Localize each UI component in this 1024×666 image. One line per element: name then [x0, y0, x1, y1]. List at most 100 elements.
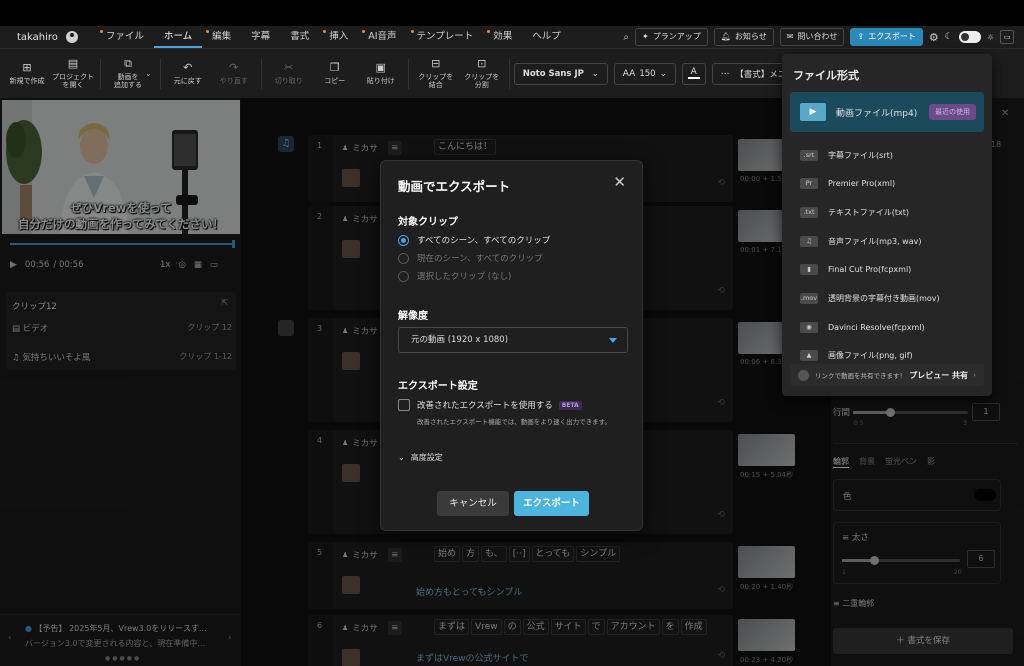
redo-icon: ↷	[229, 60, 239, 74]
beta-badge: BETA	[558, 400, 582, 410]
menu-right-actions: ⌕ ✦ プランアップ 🔔︎ お知らせ ✉ 問い合わせ ⇪ エクスポート ⚙ ☾ ☼ ▭	[623, 28, 1014, 46]
menu-item[interactable]: テンプレート	[407, 26, 484, 48]
export-format-option[interactable]: ◉ Davinci Resolve(fcpxml)	[790, 312, 984, 342]
menu-bar: takahiro ファイル ホーム 編集 字幕 書式 挿入 AI音声 テンプレート 効果 ヘルプ …	[0, 26, 1024, 48]
improved-export-checkbox-row[interactable]: 改善されたエクスポートを使用する BETA	[398, 399, 582, 411]
menu-item[interactable]: 編集	[202, 26, 241, 48]
export-format-option[interactable]: .txt テキストファイル(txt)	[790, 197, 984, 227]
open-project-button[interactable]: ▤ プロジェクト を開く	[50, 50, 96, 98]
merge-icon: ⊟	[431, 56, 441, 70]
format-icon: ♫	[800, 235, 818, 247]
font-size-select[interactable]: AA 150 ⌄	[613, 62, 676, 85]
export-format-option[interactable]: ▶ 動画ファイル(mp4) 最近の使用	[790, 92, 984, 132]
plus-square-icon: ⊞	[22, 60, 32, 74]
export-format-option[interactable]: .mov 透明背景の字幕付き動画(mov)	[790, 284, 984, 314]
more-icon: ⋯	[720, 68, 730, 79]
undo-button[interactable]: ↶ 元に戻す	[165, 50, 211, 98]
contact-button[interactable]: ✉ 問い合わせ	[779, 28, 845, 46]
cut-button[interactable]: ✂ 切り取り	[266, 50, 312, 98]
redo-button[interactable]: ↷ やり直す	[211, 50, 257, 98]
toolbar-separator	[260, 58, 262, 89]
cancel-button[interactable]: キャンセル	[437, 491, 509, 516]
menu-item[interactable]: ファイル	[96, 26, 154, 48]
text-color-button[interactable]: A	[681, 62, 706, 85]
sparkle-icon: ✦	[642, 32, 649, 41]
new-dot	[99, 30, 103, 33]
menu-item[interactable]: 挿入	[319, 26, 358, 48]
chevron-down-icon: ⌄	[398, 453, 405, 462]
sun-icon: ☼	[986, 32, 994, 42]
export-video-dialog: 動画でエクスポート ✕ 対象クリップ すべてのシーン、すべてのクリップ 現在のシ…	[380, 160, 643, 531]
toolbar-separator	[508, 58, 510, 89]
radio-current-scene[interactable]: 現在のシーン、すべてのクリップ	[398, 252, 543, 264]
menu-item[interactable]: 効果	[483, 26, 522, 48]
chevron-down-icon: ⌄	[659, 68, 667, 79]
close-icon[interactable]: ✕	[613, 173, 626, 191]
font-select[interactable]: Noto Sans JP ⌄	[513, 62, 608, 85]
export-format-option[interactable]: .srt 字幕ファイル(srt)	[790, 140, 984, 170]
advanced-settings-toggle[interactable]: ⌄ 高度設定	[398, 452, 443, 463]
format-icon: .mov	[800, 293, 818, 304]
target-clip-label: 対象クリップ	[398, 217, 458, 228]
undo-icon: ↶	[183, 60, 193, 74]
export-button[interactable]: ⇪ エクスポート	[850, 28, 923, 46]
notice-button[interactable]: 🔔︎ お知らせ	[713, 28, 774, 46]
theme-toggle[interactable]	[958, 31, 981, 43]
new-dot	[206, 30, 210, 33]
resolution-label: 解像度	[398, 311, 428, 322]
user-menu[interactable]: takahiro	[17, 31, 78, 43]
export-settings-label: エクスポート設定	[398, 381, 478, 392]
window-control-icon[interactable]: ▭	[1000, 30, 1014, 44]
window-top-bar	[0, 0, 1024, 26]
clipboard-icon: ▣	[375, 60, 386, 74]
export-format-option[interactable]: ▮ Final Cut Pro(fcpxml)	[790, 255, 984, 285]
moon-icon: ☾	[944, 32, 953, 42]
checkbox[interactable]	[398, 399, 410, 411]
new-project-button[interactable]: ⊞ 新規で作成	[4, 50, 50, 98]
menu-item[interactable]: 書式	[280, 26, 319, 48]
preview-share-button[interactable]: プレビュー 共有	[909, 370, 968, 381]
font-size-icon: AA	[622, 68, 636, 79]
recent-badge: 最近の使用	[929, 104, 976, 120]
dialog-title: 動画でエクスポート	[398, 179, 511, 194]
paste-button[interactable]: ▣ 貼り付け	[358, 50, 404, 98]
export-confirm-button[interactable]: エクスポート	[514, 491, 589, 516]
radio-selected-clips[interactable]: 選択したクリップ (なし)	[398, 270, 511, 282]
toolbar-separator	[407, 58, 409, 89]
gear-icon[interactable]: ⚙	[929, 31, 939, 44]
resolution-select[interactable]: 元の動画 (1920 x 1080)	[398, 327, 628, 353]
radio-indicator	[398, 234, 409, 246]
text-color-icon: A	[690, 67, 697, 77]
export-format-option[interactable]: Pr Premier Pro(xml)	[790, 169, 984, 199]
scissors-icon: ✂	[284, 60, 294, 74]
chevron-right-icon: ›	[973, 371, 976, 379]
search-icon[interactable]: ⌕	[623, 32, 629, 43]
export-icon: ⇪	[857, 32, 865, 41]
format-icon: Pr	[800, 178, 818, 190]
radio-indicator	[398, 252, 409, 264]
menu-items: ファイル ホーム 編集 字幕 書式 挿入 AI音声 テンプレート 効果 ヘルプ	[96, 26, 571, 48]
share-link-row[interactable]: リンクで動画を共有できます！ プレビュー 共有 ›	[790, 364, 984, 386]
radio-indicator	[398, 270, 409, 282]
caret-down-icon	[609, 338, 617, 343]
format-icon: ◉	[800, 321, 818, 333]
export-format-option[interactable]: ♫ 音声ファイル(mp3, wav)	[790, 226, 984, 256]
menu-item[interactable]: ヘルプ	[522, 26, 571, 48]
copy-button[interactable]: ❐ コピー	[312, 50, 358, 98]
new-dot	[487, 30, 491, 33]
link-icon	[798, 369, 809, 381]
menu-title: ファイル形式	[793, 69, 859, 82]
menu-item[interactable]: ホーム	[153, 26, 203, 48]
toolbar-separator	[159, 58, 161, 89]
format-icon: ▲	[800, 350, 818, 362]
bell-icon: 🔔︎	[720, 32, 731, 41]
menu-item[interactable]: 字幕	[241, 26, 280, 48]
radio-all-scenes[interactable]: すべてのシーン、すべてのクリップ	[398, 234, 550, 246]
improved-export-description: 改善されたエクスポート機能では、動画をより速く出力できます。	[417, 418, 612, 426]
merge-clip-button[interactable]: ⊟ クリップを 結合	[413, 50, 459, 98]
format-icon: .srt	[800, 149, 818, 161]
menu-item[interactable]: AI音声	[358, 26, 406, 48]
plan-up-button[interactable]: ✦ プランアップ	[635, 28, 708, 46]
chevron-down-icon[interactable]: ⌄	[145, 69, 152, 78]
split-clip-button[interactable]: ⊡ クリップを 分割	[459, 50, 505, 98]
